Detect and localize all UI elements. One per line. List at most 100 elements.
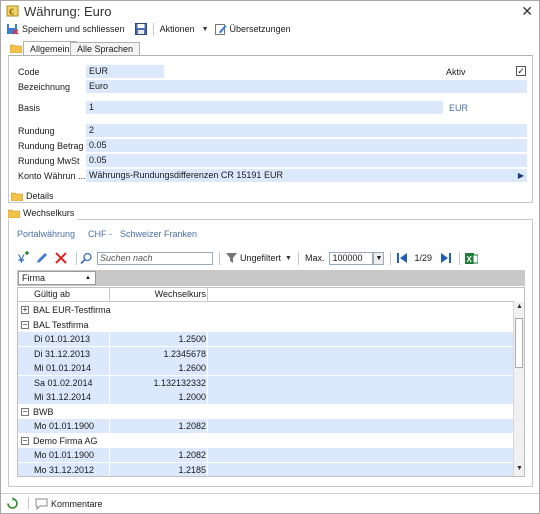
cell-gueltig-ab: Mi 01.01.2014 (34, 363, 92, 373)
folder-icon (10, 44, 22, 53)
cell-divider (207, 332, 208, 346)
group-row[interactable]: − BWB (18, 404, 514, 419)
cell-wechselkurs: 1.2345678 (163, 348, 206, 359)
window-title: Währung: Euro (24, 3, 112, 19)
rundung-betrag-field[interactable]: 0.05 (86, 139, 527, 152)
collapse-icon[interactable]: − (21, 320, 29, 329)
col-divider (207, 288, 208, 302)
max-rows-input[interactable]: 100000 (329, 251, 374, 265)
first-page-icon[interactable] (396, 252, 408, 264)
cell-gueltig-ab: Di 01.01.2013 (34, 334, 91, 344)
wechselkurs-label: Wechselkurs (23, 208, 75, 218)
chevron-down-icon[interactable]: ▼ (373, 251, 385, 265)
bezeichnung-label: Bezeichnung (18, 82, 71, 92)
konto-value: Währungs-Rundungsdifferenzen CR 15191 EU… (89, 170, 283, 180)
translations-button[interactable]: Übersetzungen (212, 21, 294, 37)
toolbar-divider (297, 251, 299, 265)
basis-unit: EUR (449, 103, 469, 113)
portal-currency-name: Schweizer Franken (120, 229, 198, 239)
last-page-icon[interactable] (440, 252, 452, 264)
general-panel: Code EUR Aktiv ✓ Bezeichnung Euro Basis … (8, 55, 533, 203)
filter-dropdown[interactable]: Ungefiltert ▼ (223, 250, 295, 266)
group-row[interactable]: − BAL Testfirma (18, 317, 514, 332)
scroll-up-icon[interactable]: ▲ (515, 303, 524, 313)
currency-icon: € (6, 5, 19, 17)
table-row[interactable]: Mo 01.01.1900 1.2082 (18, 419, 514, 433)
svg-text:X: X (467, 255, 473, 264)
scroll-down-icon[interactable]: ▼ (515, 465, 524, 475)
group-chip-firma[interactable]: Firma ▲ (18, 271, 96, 285)
aktiv-checkbox[interactable]: ✓ (516, 66, 526, 76)
edit-icon[interactable] (35, 251, 49, 265)
search-icon[interactable] (80, 252, 93, 265)
rundung-field[interactable]: 2 (86, 124, 527, 137)
table-row[interactable]: Di 31.12.2013 1.2345678 (18, 346, 514, 361)
cell-gueltig-ab: Mi 31.12.2014 (34, 392, 92, 402)
save-button[interactable] (132, 21, 150, 37)
cell-divider (207, 346, 208, 361)
group-row[interactable]: + BAL EUR-Testfirma (18, 303, 514, 317)
grid-scrollbar[interactable]: ▲ ▼ (513, 302, 524, 476)
cell-divider (207, 390, 208, 404)
expand-icon[interactable]: + (21, 306, 29, 314)
cell-gueltig-ab: Mo 31.12.2012 (34, 464, 95, 475)
filter-label: Ungefiltert (240, 253, 282, 263)
comments-button[interactable]: Kommentare (32, 496, 106, 512)
portal-currency-label: Portalwährung (17, 229, 76, 239)
cell-divider (207, 419, 208, 433)
group-row-label: Demo Firma AG (33, 435, 98, 446)
table-row[interactable]: Mi 01.01.2014 1.2600 (18, 361, 514, 375)
group-by-bar: Firma ▲ (17, 270, 525, 286)
tab-allgemein[interactable]: Allgemein (23, 41, 77, 56)
group-row-label: BWB (33, 406, 54, 417)
chevron-right-icon[interactable]: ▶ (518, 169, 524, 182)
table-row[interactable]: Mo 31.12.2012 1.2185 (18, 462, 514, 476)
bezeichnung-field[interactable]: Euro (86, 80, 527, 93)
refresh-icon[interactable] (6, 497, 19, 510)
filter-icon (226, 253, 237, 263)
basis-field[interactable]: 1 (86, 101, 443, 114)
cell-gueltig-ab: Mo 01.01.1900 (34, 450, 95, 460)
actions-menu[interactable]: Aktionen ▼ (157, 21, 212, 37)
table-row[interactable]: Di 01.01.2013 1.2500 (18, 332, 514, 346)
close-icon[interactable]: ✕ (521, 3, 533, 20)
table-row[interactable]: Sa 01.02.2014 1.132132332 (18, 375, 514, 390)
wechselkurs-header[interactable]: Wechselkurs (8, 206, 74, 220)
save-close-button[interactable]: Speichern und schliessen (3, 21, 128, 37)
details-label: Details (26, 191, 54, 201)
scroll-thumb[interactable] (515, 318, 523, 368)
delete-icon[interactable] (54, 251, 68, 265)
details-header[interactable]: Details (11, 191, 54, 201)
konto-field[interactable]: Währungs-Rundungsdifferenzen CR 15191 EU… (86, 169, 527, 182)
cell-wechselkurs: 1.132132332 (153, 377, 206, 388)
rundung-betrag-label: Rundung Betrag (18, 141, 84, 151)
new-rate-icon[interactable]: ¥ (17, 251, 31, 265)
toolbar-divider (219, 251, 220, 265)
exchange-rate-grid: Gültig ab Wechselkurs + BAL EUR-Testfirma… (17, 287, 525, 477)
tab-alle-sprachen[interactable]: Alle Sprachen (70, 42, 141, 55)
search-input[interactable]: Suchen nach (97, 251, 213, 265)
max-label: Max. (304, 253, 325, 263)
grid-header: Gültig ab Wechselkurs (18, 288, 514, 302)
table-row[interactable]: Mi 31.12.2014 1.2000 (18, 390, 514, 404)
main-toolbar: Speichern und schliessen Aktionen ▼ Über… (1, 21, 539, 37)
chevron-down-icon: ▼ (201, 25, 209, 33)
rundung-mwst-field[interactable]: 0.05 (86, 154, 527, 167)
collapse-icon[interactable]: − (21, 436, 29, 445)
page-indicator: 1/29 (414, 253, 433, 263)
cell-wechselkurs: 1.2082 (178, 450, 206, 460)
cell-wechselkurs: 1.2185 (178, 464, 206, 475)
group-row[interactable]: − Demo Firma AG (18, 433, 514, 448)
cell-gueltig-ab: Di 31.12.2013 (34, 348, 91, 359)
excel-export-icon[interactable]: X (465, 252, 479, 265)
cell-wechselkurs: 1.2082 (178, 421, 206, 431)
col-header-wechselkurs[interactable]: Wechselkurs (110, 289, 206, 299)
konto-label: Konto Währun ... (18, 171, 86, 181)
collapse-icon[interactable]: − (21, 407, 29, 416)
code-field[interactable]: EUR (86, 65, 164, 78)
translations-label: Übersetzungen (229, 24, 291, 34)
col-header-gueltig-ab[interactable]: Gültig ab (34, 289, 70, 299)
rundung-mwst-label: Rundung MwSt (18, 156, 80, 166)
sort-asc-icon: ▲ (85, 275, 91, 281)
table-row[interactable]: Mo 01.01.1900 1.2082 (18, 448, 514, 462)
